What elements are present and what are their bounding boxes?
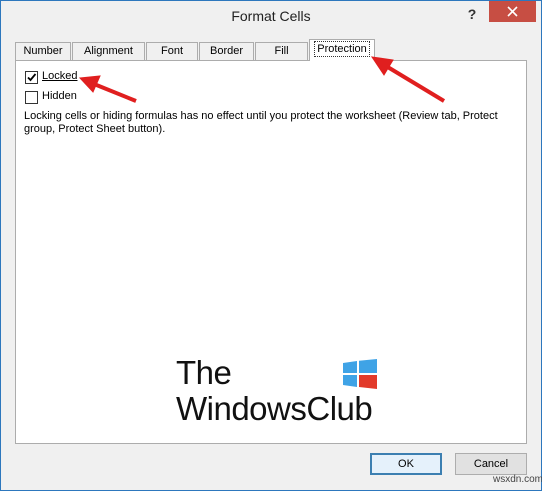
hidden-checkbox[interactable] — [25, 91, 38, 104]
logo-line-1: The — [176, 354, 232, 391]
checkmark-icon — [27, 73, 37, 82]
tab-number[interactable]: Number — [15, 42, 71, 60]
protection-description: Locking cells or hiding formulas has no … — [24, 110, 498, 135]
locked-checkbox[interactable] — [25, 71, 38, 84]
tab-border[interactable]: Border — [199, 42, 254, 60]
site-watermark: wsxdn.com — [493, 474, 542, 485]
format-cells-dialog: Format Cells ? Number Alignment Font Bor… — [0, 0, 542, 491]
tab-alignment[interactable]: Alignment — [72, 42, 145, 60]
ok-button[interactable]: OK — [370, 453, 442, 475]
logo-line-2: WindowsClub — [176, 390, 373, 427]
close-icon — [507, 6, 518, 17]
title-bar: Format Cells ? — [1, 1, 541, 33]
protection-panel: Locked Hidden Locking cells or hiding fo… — [15, 60, 527, 444]
tab-protection[interactable]: Protection — [309, 39, 375, 61]
locked-label: Locked — [42, 70, 78, 82]
windows-logo-icon — [343, 359, 377, 389]
close-button[interactable] — [489, 1, 536, 22]
hidden-label: Hidden — [42, 90, 77, 102]
tab-font[interactable]: Font — [146, 42, 198, 60]
tab-fill[interactable]: Fill — [255, 42, 308, 60]
cancel-button[interactable]: Cancel — [455, 453, 527, 475]
help-button[interactable]: ? — [460, 5, 484, 23]
